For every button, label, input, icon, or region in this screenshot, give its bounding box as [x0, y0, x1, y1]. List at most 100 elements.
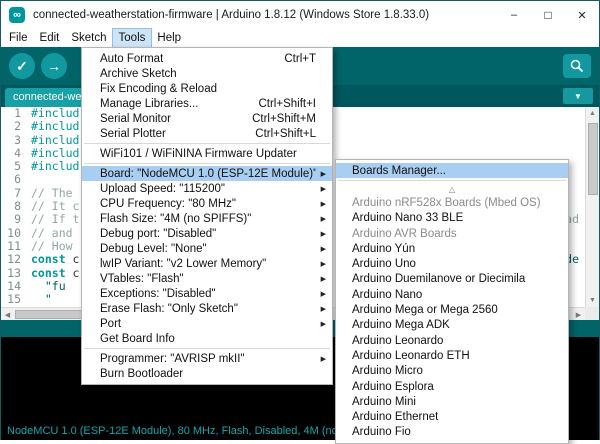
tools-menu-item-get-board-info[interactable]: Get Board Info [82, 331, 332, 346]
board-submenu-item-arduino-esplora[interactable]: Arduino Esplora [336, 379, 568, 394]
tools-menu-item-debug-level-none[interactable]: Debug Level: "None"▶ [82, 241, 332, 256]
board-submenu-item-arduino-mega-adk[interactable]: Arduino Mega ADK [336, 318, 568, 333]
line-number: 15 [1, 293, 26, 306]
submenu-arrow-icon: ▶ [316, 275, 326, 283]
magnifier-icon [570, 59, 584, 73]
scroll-down-icon[interactable]: ▼ [586, 294, 599, 307]
tools-menu-item-burn-bootloader[interactable]: Burn Bootloader [82, 366, 332, 381]
arduino-logo-icon: ∞ [9, 7, 25, 23]
line-number: 11 [1, 240, 26, 253]
code-text [26, 173, 31, 186]
menu-item-shortcut: Ctrl+T [284, 53, 316, 65]
minimize-button[interactable]: – [497, 1, 531, 29]
menu-item-label: Upload Speed: "115200" [100, 183, 316, 195]
menu-item-label: Arduino Mega or Mega 2560 [352, 304, 552, 316]
tools-menu-item-vtables-flash[interactable]: VTables: "Flash"▶ [82, 271, 332, 286]
line-number: 2 [1, 120, 26, 133]
tools-menu-item-board-nodemcu-1-0-esp-12e-module[interactable]: Board: "NodeMCU 1.0 (ESP-12E Module)"▶ [82, 166, 332, 181]
menu-item-label: Arduino Mini [352, 396, 552, 408]
submenu-arrow-icon: ▶ [316, 230, 326, 238]
tools-menu-item-archive-sketch[interactable]: Archive Sketch [82, 66, 332, 81]
code-text: "fu [26, 280, 66, 293]
board-submenu-item-arduino-leonardo[interactable]: Arduino Leonardo [336, 333, 568, 348]
code-text: // It c [26, 200, 79, 213]
tools-menu-item-auto-format[interactable]: Auto FormatCtrl+T [82, 51, 332, 66]
menubar-item-file[interactable]: File [3, 29, 34, 47]
menu-item-label: Arduino Mega ADK [352, 319, 552, 331]
close-button[interactable]: ✕ [565, 1, 599, 29]
menubar-item-sketch[interactable]: Sketch [65, 29, 112, 47]
board-submenu-item-arduino-uno[interactable]: Arduino Uno [336, 256, 568, 271]
menu-scroll-up[interactable]: △ [336, 183, 568, 195]
menu-item-label: Arduino Leonardo ETH [352, 350, 552, 362]
board-submenu-item-arduino-micro[interactable]: Arduino Micro [336, 364, 568, 379]
tools-menu-item-programmer-avrisp-mkii[interactable]: Programmer: "AVRISP mkII"▶ [82, 351, 332, 366]
menu-item-label: Erase Flash: "Only Sketch" [100, 303, 316, 315]
menu-item-label: Flash Size: "4M (no SPIFFS)" [100, 213, 316, 225]
menubar-item-tools[interactable]: Tools [113, 29, 152, 47]
board-submenu: Boards Manager... △Arduino nRF528x Boards… [335, 159, 569, 444]
board-submenu-item-arduino-nano[interactable]: Arduino Nano [336, 287, 568, 302]
code-text: const c [26, 267, 79, 280]
tools-menu-item-upload-speed-115200[interactable]: Upload Speed: "115200"▶ [82, 181, 332, 196]
arduino-ide-window: ∞ connected-weatherstation-firmware | Ar… [0, 0, 600, 440]
menu-item-label: Arduino Leonardo [352, 335, 552, 347]
vertical-scrollbar-thumb[interactable] [588, 123, 598, 195]
board-submenu-item-arduino-nano-33-ble[interactable]: Arduino Nano 33 BLE [336, 211, 568, 226]
board-submenu-item-arduino-leonardo-eth[interactable]: Arduino Leonardo ETH [336, 348, 568, 363]
board-submenu-item-arduino-mini[interactable]: Arduino Mini [336, 394, 568, 409]
line-number: 9 [1, 213, 26, 226]
tools-menu-item-erase-flash-only-sketch[interactable]: Erase Flash: "Only Sketch"▶ [82, 301, 332, 316]
line-number: 3 [1, 134, 26, 147]
submenu-arrow-icon: ▶ [316, 170, 326, 178]
board-submenu-item-arduino-duemilanove-or-diecimila[interactable]: Arduino Duemilanove or Diecimila [336, 272, 568, 287]
board-submenu-item-arduino-mega-or-mega-2560[interactable]: Arduino Mega or Mega 2560 [336, 302, 568, 317]
upload-button[interactable]: → [41, 53, 67, 79]
tools-menu-item-fix-encoding-reload[interactable]: Fix Encoding & Reload [82, 81, 332, 96]
verify-button[interactable]: ✓ [9, 53, 35, 79]
menu-bar: File Edit Sketch Tools Help [1, 29, 599, 47]
scroll-up-icon[interactable]: ▲ [586, 107, 599, 120]
line-number: 14 [1, 280, 26, 293]
maximize-button[interactable]: □ [531, 1, 565, 29]
board-submenu-item-arduino-fio[interactable]: Arduino Fio [336, 425, 568, 440]
tools-menu-item-serial-monitor[interactable]: Serial MonitorCtrl+Shift+M [82, 111, 332, 126]
tools-menu-item-manage-libraries[interactable]: Manage Libraries...Ctrl+Shift+I [82, 96, 332, 111]
line-number: 6 [1, 173, 26, 186]
submenu-arrow-icon: ▶ [316, 355, 326, 363]
board-submenu-item-boards-manager[interactable]: Boards Manager... [336, 163, 568, 178]
tools-menu-item-port[interactable]: Port▶ [82, 316, 332, 331]
tools-menu-item-lwip-variant-v2-lower-memory[interactable]: lwIP Variant: "v2 Lower Memory"▶ [82, 256, 332, 271]
serial-monitor-button[interactable] [563, 54, 591, 78]
line-number: 10 [1, 227, 26, 240]
tools-menu-item-wifi101-wifinina-firmware-updater[interactable]: WiFi101 / WiFiNINA Firmware Updater [82, 146, 332, 161]
menu-item-label: Fix Encoding & Reload [100, 83, 316, 95]
menu-item-label: Arduino Esplora [352, 381, 552, 393]
menu-item-label: Arduino Nano 33 BLE [352, 212, 552, 224]
board-submenu-item-arduino-y-n[interactable]: Arduino Yún [336, 241, 568, 256]
line-number: 7 [1, 187, 26, 200]
menu-item-label: Boards Manager... [352, 165, 552, 177]
line-number: 1 [1, 107, 26, 120]
submenu-arrow-icon: ▶ [316, 305, 326, 313]
board-submenu-item-arduino-ethernet[interactable]: Arduino Ethernet [336, 409, 568, 424]
menubar-item-help[interactable]: Help [151, 29, 187, 47]
menu-item-label: Burn Bootloader [100, 368, 316, 380]
tools-menu-item-exceptions-disabled[interactable]: Exceptions: "Disabled"▶ [82, 286, 332, 301]
menu-item-label: Debug port: "Disabled" [100, 228, 316, 240]
tools-menu-item-serial-plotter[interactable]: Serial PlotterCtrl+Shift+L [82, 126, 332, 141]
submenu-arrow-icon: ▶ [316, 200, 326, 208]
menubar-item-edit[interactable]: Edit [34, 29, 66, 47]
submenu-arrow-icon: ▶ [316, 260, 326, 268]
code-text: #includ [26, 107, 79, 120]
line-number: 13 [1, 267, 26, 280]
tools-menu-item-debug-port-disabled[interactable]: Debug port: "Disabled"▶ [82, 226, 332, 241]
menu-item-label: Board: "NodeMCU 1.0 (ESP-12E Module)" [100, 168, 316, 180]
tools-menu-item-cpu-frequency-80-mhz[interactable]: CPU Frequency: "80 MHz"▶ [82, 196, 332, 211]
tools-menu-item-flash-size-4m-no-spiffs[interactable]: Flash Size: "4M (no SPIFFS)"▶ [82, 211, 332, 226]
menu-item-label: WiFi101 / WiFiNINA Firmware Updater [100, 148, 316, 160]
vertical-scrollbar[interactable]: ▲ ▼ [585, 107, 599, 307]
board-submenu-item-arduino-nrf528x-boards-mbed-os: Arduino nRF528x Boards (Mbed OS) [336, 195, 568, 210]
menu-item-label: Serial Plotter [100, 128, 241, 140]
tab-overflow-button[interactable]: ▼ [563, 88, 593, 104]
